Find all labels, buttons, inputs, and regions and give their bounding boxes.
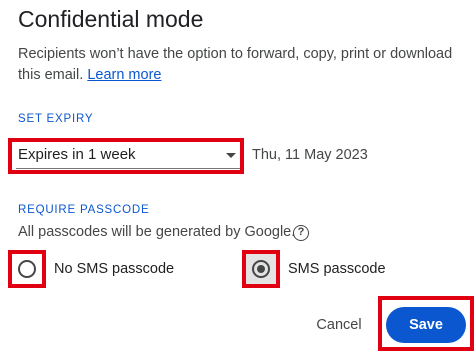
cancel-button[interactable]: Cancel <box>304 309 374 341</box>
help-icon[interactable]: ? <box>293 225 309 241</box>
sms-passcode-label[interactable]: SMS passcode <box>288 261 386 277</box>
dialog-description: Recipients won’t have the option to forw… <box>18 44 462 86</box>
passcode-hint: All passcodes will be generated by Googl… <box>18 224 296 240</box>
set-expiry-label: SET EXPIRY <box>18 113 94 125</box>
dropdown-arrow-icon <box>226 153 236 158</box>
expiry-select-value: Expires in 1 week <box>18 146 136 163</box>
learn-more-link[interactable]: Learn more <box>87 67 161 83</box>
description-text: Recipients won’t have the option to forw… <box>18 46 453 83</box>
no-sms-passcode-label[interactable]: No SMS passcode <box>54 261 174 277</box>
dialog-title: Confidential mode <box>18 6 204 32</box>
require-passcode-label: REQUIRE PASSCODE <box>18 204 150 216</box>
expiry-date: Thu, 11 May 2023 <box>252 147 368 163</box>
radio-selected-dot-icon <box>257 265 265 273</box>
no-sms-passcode-radio[interactable] <box>18 260 36 278</box>
save-button[interactable]: Save <box>386 307 466 343</box>
